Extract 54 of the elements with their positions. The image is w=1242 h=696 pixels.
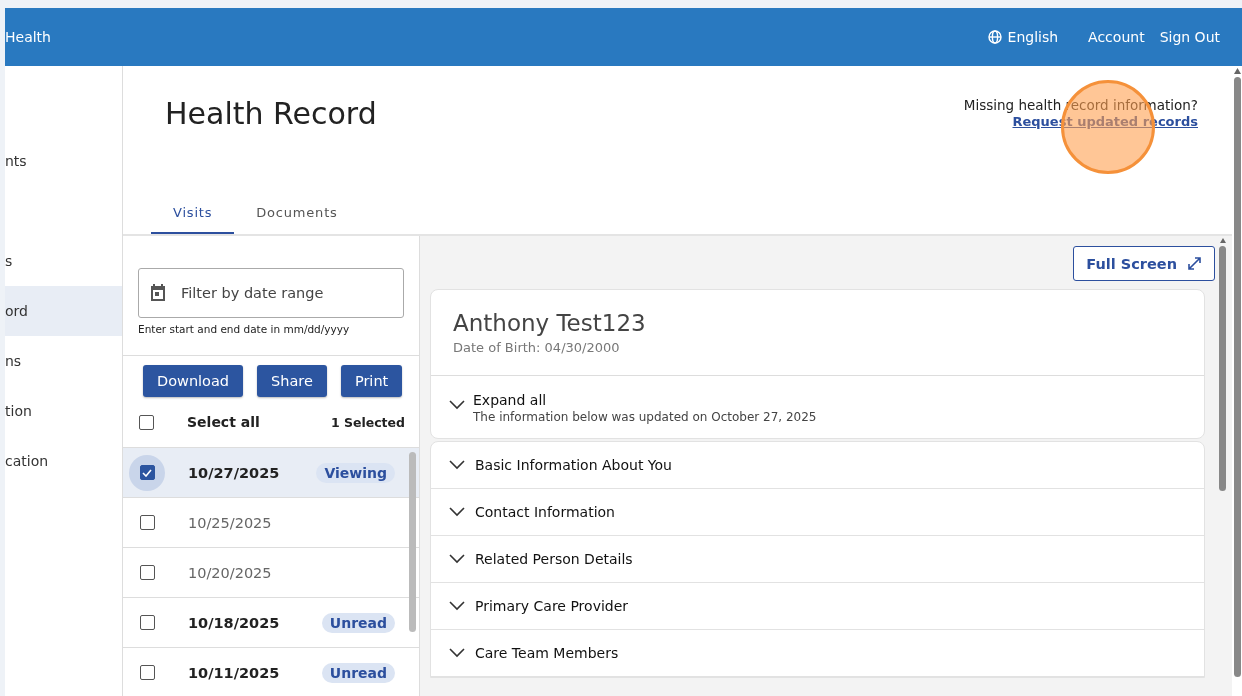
date-range-field[interactable]: Filter by date range <box>138 268 404 318</box>
header-link[interactable]: Sign Out <box>1159 29 1220 45</box>
action-button[interactable]: Share <box>257 365 327 397</box>
patient-name: Anthony Test123 <box>453 310 647 336</box>
brand-name[interactable]: Health <box>5 29 51 45</box>
visit-row[interactable]: 10/11/2025 Unread <box>123 648 419 696</box>
section-header[interactable]: Basic Information About You <box>431 442 1204 489</box>
globe-icon <box>987 30 1002 44</box>
action-button[interactable]: Download <box>143 365 244 397</box>
expand-arrows-icon <box>1187 256 1202 271</box>
scrollbar-thumb[interactable] <box>1233 77 1241 677</box>
visit-date: 10/20/2025 <box>188 564 273 581</box>
status-tag: Unread <box>321 612 395 633</box>
scroll-up-arrow-icon[interactable] <box>1233 68 1241 74</box>
section-header[interactable]: Related Person Details <box>431 536 1204 583</box>
language-link[interactable]: English <box>1007 29 1059 45</box>
visit-date: 10/18/2025 <box>188 614 281 631</box>
scroll-up-arrow-icon[interactable] <box>1219 238 1226 243</box>
checkbox[interactable] <box>139 665 155 680</box>
status-tag: Unread <box>321 662 395 683</box>
action-button[interactable]: Print <box>340 365 403 397</box>
calendar-icon <box>150 284 166 301</box>
scrollbar[interactable] <box>409 452 416 632</box>
sidebar-item[interactable]: s <box>5 236 122 286</box>
checkbox[interactable] <box>139 465 155 480</box>
visit-date: 10/27/2025 <box>188 464 281 481</box>
sidebar-item[interactable]: tion <box>5 386 122 436</box>
date-of-birth: Date of Birth: 04/30/2000 <box>453 340 621 355</box>
visit-row[interactable]: 10/27/2025 Viewing <box>123 448 419 498</box>
status-tag: Viewing <box>316 462 395 483</box>
sidebar-item[interactable]: ns <box>5 336 122 386</box>
sidebar-item[interactable]: cation <box>5 436 122 486</box>
chevron-icon <box>449 400 465 410</box>
select-all-label: Select all <box>187 414 261 430</box>
expand-all-button[interactable]: Expand all The information below was updated on October 27, 2025 <box>431 376 1204 438</box>
checkbox[interactable] <box>139 414 154 430</box>
sidebar-item[interactable]: ord <box>5 286 122 336</box>
section-header[interactable]: Primary Care Provider <box>431 583 1204 630</box>
scrollbar-thumb[interactable] <box>1219 246 1226 491</box>
visit-date: 10/25/2025 <box>188 514 273 531</box>
page-title: Health Record <box>165 96 377 131</box>
selected-count: 1 Selected <box>330 414 405 430</box>
tab[interactable]: Visits <box>151 205 235 234</box>
field-hint: Enter start and end date in mm/dd/yyyy <box>138 323 351 335</box>
tab[interactable]: Documents <box>234 205 360 234</box>
visit-date: 10/11/2025 <box>188 664 281 681</box>
section-header[interactable]: Care Team Members <box>431 630 1204 677</box>
full-screen-button[interactable]: Full Screen <box>1073 246 1215 281</box>
checkbox[interactable] <box>139 615 155 630</box>
checkbox[interactable] <box>139 565 155 580</box>
header-link[interactable]: Account <box>1088 29 1145 45</box>
checkbox[interactable] <box>139 515 155 530</box>
sidebar-item[interactable]: nts <box>5 136 122 186</box>
section-header[interactable]: Contact Information <box>431 489 1204 536</box>
